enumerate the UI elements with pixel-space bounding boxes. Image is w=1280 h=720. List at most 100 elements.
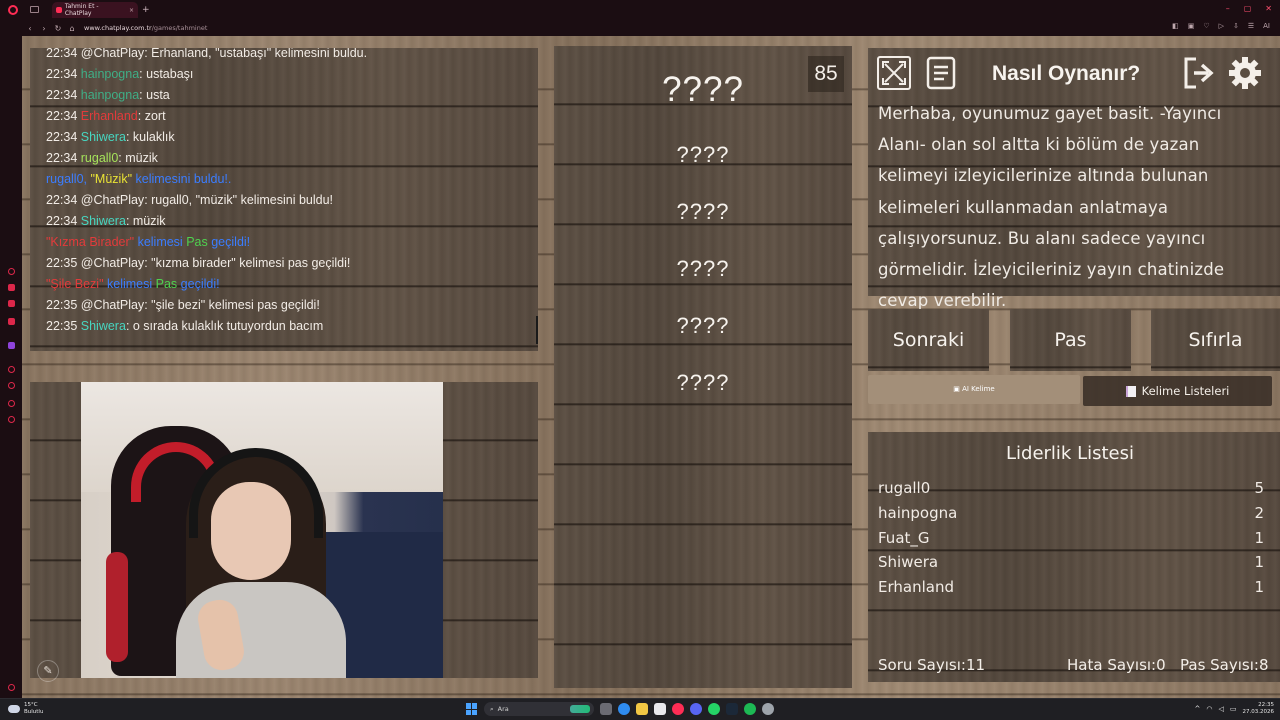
leaderboard-row: rugall0 5 [878, 479, 1264, 497]
search-icon: ⌕ [490, 704, 494, 713]
file-explorer-icon[interactable] [636, 703, 648, 715]
task-view-icon[interactable] [600, 703, 612, 715]
chat-username: Erhanland [80, 109, 138, 123]
ai-word-button[interactable]: ▣ AI Kelime [868, 375, 1080, 404]
ai-button[interactable]: AI [1263, 22, 1270, 30]
exit-icon[interactable] [1182, 56, 1216, 90]
weather-widget[interactable]: 15°C Bulutlu [8, 702, 43, 715]
taskbar-search[interactable]: ⌕ Ara [484, 702, 594, 716]
search-highlight-icon [570, 705, 590, 713]
cloud-icon [8, 704, 20, 713]
forward-button[interactable]: › [38, 24, 50, 33]
reload-button[interactable]: ↻ [52, 24, 64, 33]
maximize-button[interactable]: ▢ [1244, 4, 1252, 13]
chat-line: 22:34 rugall0: müzik [46, 151, 158, 165]
leaderboard-title: Liderlik Listesi [1006, 443, 1134, 464]
chat-lines: 22:34 @ChatPlay: Erhanland, "ustabaşı" k… [46, 48, 536, 337]
home-button[interactable]: ⌂ [66, 24, 78, 33]
chat-system-line: "Şile Bezi" kelimesi Pas geçildi! [46, 277, 220, 291]
memo-icon [1125, 385, 1136, 397]
leaderboard-row: hainpogna 2 [878, 503, 1264, 522]
next-button[interactable]: Sonraki [868, 309, 989, 371]
url-path: /games/tahminet [151, 24, 208, 32]
url-domain: www.chatplay.com.tr [84, 24, 152, 32]
browser-tabbar: Tahmin Et - ChatPlay × + – ▢ ✕ [0, 0, 1280, 20]
taskbar-clock[interactable]: 22:35 27.03.2026 [1243, 702, 1275, 715]
webcam-image [81, 382, 443, 678]
store-icon[interactable] [654, 703, 666, 715]
pass-button[interactable]: Pas [1010, 309, 1131, 371]
word-lists-label: Kelime Listeleri [1141, 384, 1230, 398]
address-bar-actions: ◧ ▣ ♡ ▷ ⇩ ☰ AI [1172, 22, 1270, 30]
chatplay-favicon-icon [56, 7, 62, 13]
chat-username: Shiwera [80, 319, 126, 333]
tab-close-icon[interactable]: × [129, 7, 134, 14]
chat-username: Shiwera [80, 130, 126, 144]
volume-icon[interactable]: ◁ [1218, 705, 1223, 713]
extensions-icon[interactable]: ◧ [1172, 22, 1179, 30]
sidebar-instagram-icon[interactable] [8, 300, 15, 307]
word-lists-button[interactable]: Kelime Listeleri [1083, 376, 1272, 406]
discord-icon[interactable] [690, 703, 702, 715]
ai-word-label: AI Kelime [962, 385, 995, 393]
chat-username: hainpogna [80, 67, 140, 81]
reset-button[interactable]: Sıfırla [1151, 309, 1280, 371]
forbidden-word: ???? [676, 256, 730, 281]
search-placeholder: Ara [497, 705, 509, 713]
edge-icon[interactable] [618, 703, 630, 715]
browser-tab-active[interactable]: Tahmin Et - ChatPlay × [52, 2, 138, 18]
leaderboard-row: Shiwera 1 [878, 553, 1264, 572]
steam-icon[interactable] [726, 703, 738, 715]
howto-title: Nasıl Oynanır? [992, 62, 1141, 85]
leaderboard-list: rugall0 5 hainpogna 2 Fuat_G 1 Shiwera 1 Erh… [878, 476, 1264, 600]
tab-overview-icon[interactable] [30, 6, 39, 13]
new-tab-button[interactable]: + [142, 5, 150, 15]
sidebar-twitch-icon[interactable] [8, 342, 15, 349]
forbidden-word: ???? [676, 199, 730, 224]
chat-line: 22:34 Shiwera: müzik [46, 214, 166, 228]
snapshot-icon[interactable]: ▣ [1188, 22, 1195, 30]
windows-start-icon[interactable] [466, 703, 478, 715]
tray-overflow-icon[interactable]: ^ [1195, 705, 1201, 713]
chat-line: 22:35 Shiwera: o sırada kulaklık tutuyor… [46, 319, 324, 333]
minimize-button[interactable]: – [1226, 4, 1230, 13]
close-window-button[interactable]: ✕ [1265, 4, 1272, 13]
bookmark-icon[interactable]: ♡ [1203, 22, 1209, 30]
download-icon[interactable]: ⇩ [1233, 22, 1239, 30]
sidebar-downloads-icon[interactable] [8, 400, 15, 407]
battery-icon[interactable]: ▭ [1230, 705, 1237, 713]
easy-setup-icon[interactable]: ☰ [1248, 22, 1254, 30]
fullscreen-icon[interactable] [877, 56, 911, 90]
chat-system-line: "Kızma Birader" kelimesi Pas geçildi! [46, 235, 251, 249]
browser-sidebar [0, 36, 22, 698]
document-icon[interactable] [925, 56, 959, 90]
sidebar-settings-icon[interactable] [8, 416, 15, 423]
settings-gear-icon[interactable] [1228, 56, 1262, 90]
url-field[interactable]: www.chatplay.com.tr/games/tahminet [84, 24, 207, 32]
sidebar-clock-icon[interactable] [8, 382, 15, 389]
sidebar-aria-icon[interactable] [8, 268, 15, 275]
leaderboard-row: Fuat_G 1 [878, 528, 1264, 547]
opera-logo-icon[interactable] [8, 5, 18, 15]
player-icon[interactable]: ▷ [1219, 22, 1224, 30]
whatsapp-icon[interactable] [708, 703, 720, 715]
forbidden-word: ???? [676, 142, 730, 167]
main-word: ???? [662, 70, 744, 109]
weather-desc: Bulutlu [24, 708, 44, 715]
chat-line: 22:34 Erhanland: zort [46, 109, 166, 123]
tab-title: Tahmin Et - ChatPlay [64, 3, 99, 17]
robot-icon: ▣ [953, 385, 960, 393]
sidebar-more-icon[interactable] [8, 684, 15, 691]
chat-scrollbar[interactable] [536, 316, 538, 344]
spotify-icon[interactable] [744, 703, 756, 715]
settings-icon[interactable] [762, 703, 774, 715]
edit-pencil-icon[interactable]: ✎ [37, 660, 59, 682]
sidebar-music-icon[interactable] [8, 318, 15, 325]
opera-gx-icon[interactable] [672, 703, 684, 715]
taskbar-apps: ⌕ Ara [466, 702, 774, 716]
sidebar-messenger-icon[interactable] [8, 284, 15, 291]
back-button[interactable]: ‹ [24, 24, 36, 33]
wifi-icon[interactable]: ◠ [1206, 705, 1212, 713]
sidebar-history-icon[interactable] [8, 366, 15, 373]
error-count: Hata Sayısı:0 [1067, 656, 1166, 674]
